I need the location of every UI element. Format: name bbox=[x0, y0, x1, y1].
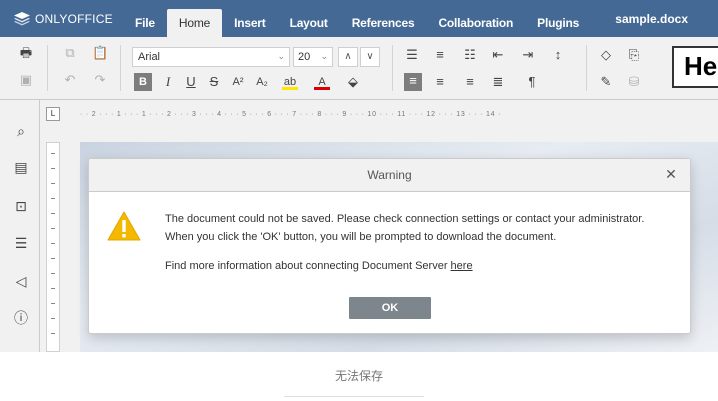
undo-icon[interactable]: ↶ bbox=[62, 72, 78, 88]
close-icon[interactable]: ✕ bbox=[662, 165, 680, 183]
help-link[interactable]: here bbox=[451, 260, 473, 272]
decrease-font-button[interactable]: ∨ bbox=[360, 47, 380, 67]
save-icon[interactable]: ▣ bbox=[18, 72, 34, 88]
tab-layout[interactable]: Layout bbox=[278, 9, 340, 37]
highlight-icon[interactable]: ab bbox=[282, 74, 298, 90]
vertical-ruler[interactable] bbox=[46, 142, 60, 352]
font-color-icon[interactable]: A bbox=[314, 74, 330, 90]
message-line-1: The document could not be saved. Please … bbox=[165, 213, 645, 225]
toolbar-divider bbox=[586, 45, 587, 91]
about-icon[interactable]: ⓘ bbox=[12, 309, 30, 327]
strikethrough-icon[interactable]: S bbox=[206, 74, 222, 90]
image-caption: 无法保存 bbox=[334, 369, 383, 383]
caption-divider bbox=[284, 396, 424, 397]
dialog-info: Find more information about connecting D… bbox=[165, 260, 473, 272]
heading-style-preview[interactable]: He bbox=[672, 46, 718, 88]
copy-icon[interactable]: ⧉ bbox=[62, 45, 78, 61]
tab-plugins[interactable]: Plugins bbox=[525, 9, 591, 37]
navigation-icon[interactable]: ☰ bbox=[12, 234, 30, 252]
justify-icon[interactable]: ≣ bbox=[490, 74, 506, 90]
print-icon[interactable]: 🖶 bbox=[18, 45, 34, 61]
redo-icon[interactable]: ↷ bbox=[92, 72, 108, 88]
toolbar-divider bbox=[120, 45, 121, 91]
onlyoffice-logo-icon bbox=[14, 12, 30, 26]
left-sidebar: ⌕ ▤ ⊡ ☰ ◁ ⓘ bbox=[0, 100, 40, 352]
align-left-icon[interactable]: ≡ bbox=[404, 73, 422, 91]
horizontal-ruler[interactable]: · · 2 · · · 1 · · · 1 · · · 2 · · · 3 · … bbox=[80, 106, 718, 124]
tab-stop-button[interactable]: L bbox=[46, 107, 60, 121]
tab-home[interactable]: Home bbox=[166, 9, 223, 37]
chat-icon[interactable]: ⊡ bbox=[12, 197, 30, 215]
comments-icon[interactable]: ▤ bbox=[12, 158, 30, 176]
multilevel-list-icon[interactable]: ☷ bbox=[462, 47, 478, 63]
info-text: Find more information about connecting D… bbox=[165, 260, 451, 272]
search-icon[interactable]: ⌕ bbox=[12, 122, 30, 140]
dialog-message: The document could not be saved. Please … bbox=[165, 210, 685, 246]
app-logo: ONLYOFFICE bbox=[14, 11, 113, 27]
tab-file[interactable]: File bbox=[123, 9, 167, 37]
main-tabs: File Home Insert Layout References Colla… bbox=[123, 9, 591, 37]
italic-icon[interactable]: I bbox=[160, 74, 176, 90]
line-spacing-icon[interactable]: ↕ bbox=[550, 47, 566, 63]
warning-dialog: Warning ✕ The document could not be save… bbox=[88, 158, 691, 334]
font-name-value: Arial bbox=[138, 51, 161, 63]
underline-icon[interactable]: U bbox=[183, 74, 199, 90]
dialog-header: Warning ✕ bbox=[89, 159, 690, 192]
decrease-indent-icon[interactable]: ⇤ bbox=[490, 47, 506, 63]
font-size-select[interactable]: 20 ⌄ bbox=[293, 47, 333, 67]
home-toolbar: 🖶 ▣ ⧉ 📋 ↶ ↷ Arial ⌄ 20 ⌄ ∧ ∨ I U S A² A₂… bbox=[0, 37, 718, 100]
tab-insert[interactable]: Insert bbox=[222, 9, 277, 37]
paste-icon[interactable]: 📋 bbox=[92, 45, 108, 61]
copy-style-icon[interactable]: ⎘ bbox=[626, 47, 642, 63]
editor-window: ONLYOFFICE File Home Insert Layout Refer… bbox=[0, 0, 718, 352]
align-right-icon[interactable]: ≡ bbox=[462, 74, 478, 90]
top-header: ONLYOFFICE File Home Insert Layout Refer… bbox=[0, 0, 718, 37]
ok-button[interactable]: OK bbox=[349, 297, 431, 319]
font-name-select[interactable]: Arial ⌄ bbox=[132, 47, 290, 67]
color-scheme-icon[interactable]: ⛁ bbox=[626, 74, 642, 90]
subscript-icon[interactable]: A₂ bbox=[254, 74, 270, 90]
increase-indent-icon[interactable]: ⇥ bbox=[520, 47, 536, 63]
brand-name: ONLYOFFICE bbox=[35, 12, 113, 26]
paragraph-marks-icon[interactable]: ¶ bbox=[524, 74, 540, 90]
bold-button[interactable]: B bbox=[134, 73, 152, 91]
format-painter-icon[interactable]: ✎ bbox=[598, 74, 614, 90]
bullet-list-icon[interactable]: ☰ bbox=[404, 47, 420, 63]
font-size-value: 20 bbox=[298, 51, 311, 63]
tab-collaboration[interactable]: Collaboration bbox=[426, 9, 525, 37]
warning-icon bbox=[107, 211, 141, 241]
superscript-icon[interactable]: A² bbox=[230, 74, 246, 90]
feedback-icon[interactable]: ◁ bbox=[12, 272, 30, 290]
increase-font-button[interactable]: ∧ bbox=[338, 47, 358, 67]
message-line-2: When you click the 'OK' button, you will… bbox=[165, 231, 557, 243]
align-center-icon[interactable]: ≡ bbox=[432, 74, 448, 90]
chevron-down-icon: ⌄ bbox=[320, 51, 328, 61]
paint-fill-icon[interactable]: ⬙ bbox=[345, 74, 361, 90]
toolbar-divider bbox=[392, 45, 393, 91]
numbered-list-icon[interactable]: ≡ bbox=[432, 47, 448, 63]
document-name: sample.docx bbox=[615, 12, 688, 26]
toolbar-divider bbox=[47, 45, 48, 91]
clear-style-icon[interactable]: ◇ bbox=[598, 47, 614, 63]
tab-references[interactable]: References bbox=[340, 9, 427, 37]
chevron-down-icon: ⌄ bbox=[277, 51, 285, 61]
dialog-title: Warning bbox=[367, 168, 412, 182]
